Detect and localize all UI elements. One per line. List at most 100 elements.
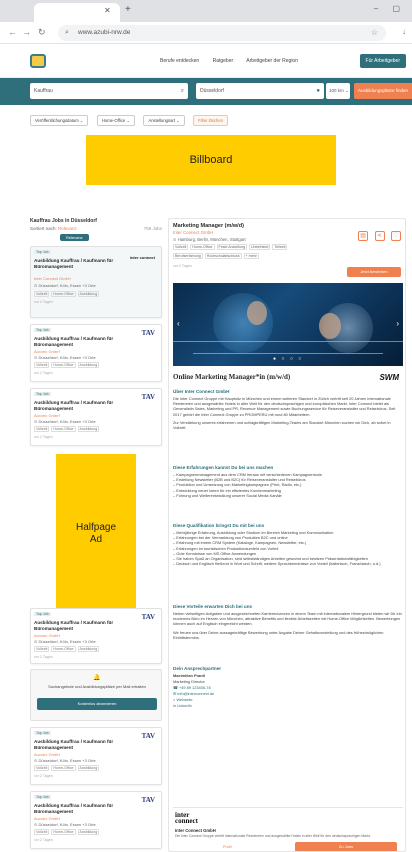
contact-linkedin[interactable]: in LinkedIn (173, 703, 403, 709)
post-date: vor 2 Tagen (34, 655, 53, 659)
apply-button[interactable]: Jetzt bewerben (347, 267, 401, 277)
window-controls[interactable]: – ▢ (374, 4, 406, 13)
bookmark-icon[interactable]: ♡ (391, 231, 401, 241)
sort-option[interactable]: Relevanz (60, 234, 89, 241)
detail-date: vor 2 Tagen (173, 264, 192, 268)
download-icon[interactable]: ↓ (402, 27, 406, 36)
tag: Ausbildung (77, 829, 100, 835)
job-alert-text: Suchangebote und Ausbildungsplätze per M… (48, 684, 146, 689)
job-card[interactable]: Top Job inter connect Ausbildung Kauffra… (30, 246, 162, 318)
tag: Vollzeit (34, 829, 50, 835)
url-text: www.azubi-nrw.de (78, 29, 131, 36)
job-location: ⊙ Düsseldorf, Köln, Essen +3 Orte (34, 419, 96, 424)
filter-date[interactable]: Veröffentlichungsdatum ⌄ (30, 115, 89, 126)
detail-company[interactable]: Inter Connect GmbH (173, 230, 213, 235)
filter-employment[interactable]: Anstellungsart ⌄ (143, 115, 185, 126)
job-card[interactable]: Top Job TAV Ausbildung Kauffrau / Kaufma… (30, 324, 162, 382)
job-location: ⊙ Düsseldorf, Köln, Essen +3 Orte (34, 822, 96, 827)
job-location-text: Düsseldorf, Köln, Essen +3 Orte (38, 758, 96, 763)
address-bar[interactable]: ⌕ www.azubi-nrw.de ☆ (58, 25, 386, 41)
bookmark-star-icon[interactable]: ☆ (371, 25, 378, 41)
location-input[interactable]: Düsseldorf ● (196, 83, 324, 99)
job-title: Ausbildung Kauffrau / Kaufmann für Bürom… (34, 400, 114, 411)
detail-tags-row2: Berufserfahrung Hochschulabschluss + mehr (173, 253, 353, 261)
browser-tab[interactable]: ✕ (34, 3, 120, 22)
halfpage-ad-line2: Ad (89, 534, 103, 545)
company-profile-link[interactable]: Profil (223, 845, 232, 849)
nav-item-arbeitgeber[interactable]: Arbeitgeber der Region (246, 58, 298, 64)
company-name: Auxxeo GmbH (34, 413, 61, 418)
nav-item-berufe[interactable]: Berufe entdecken (160, 58, 199, 64)
reload-icon[interactable]: ↻ (38, 27, 46, 38)
person-figure (247, 301, 267, 325)
top-job-badge: Top Job (34, 392, 51, 396)
job-card[interactable]: Top Job TAV Ausbildung Kauffrau / Kaufma… (30, 727, 162, 785)
job-location-text: Düsseldorf, Köln, Essen +3 Orte (38, 355, 96, 360)
tag: Home-Office (51, 646, 76, 652)
profile-heading: Diese Qualifikation bringst Du mit bei u… (173, 523, 265, 528)
job-tags: Vollzeit Home-Office Ausbildung (34, 646, 101, 652)
profile-section: Diese Qualifikation bringst Du mit bei u… (173, 523, 403, 566)
employer-logo: SWM (379, 373, 399, 382)
job-card[interactable]: Top Job TAV Ausbildung Kauffrau / Kaufma… (30, 791, 162, 849)
benefits-text: Neben vielseitigen Aufgaben und ausgezei… (173, 611, 402, 627)
tag: Vollzeit (34, 291, 50, 297)
halfpage-ad-label: Halfpage Ad (76, 522, 116, 546)
company-name: Auxxeo GmbH (34, 816, 61, 821)
bell-icon: 🔔 (93, 675, 101, 681)
job-card[interactable]: Top Job TAV Ausbildung Kauffrau / Kaufma… (30, 388, 162, 446)
subscribe-button[interactable]: Kostenlos abonnieren (37, 698, 157, 710)
billboard-ad[interactable]: Billboard (86, 135, 336, 185)
site-logo[interactable] (30, 54, 46, 68)
tag: Vollzeit (173, 244, 189, 250)
top-job-badge: Top Job (34, 612, 51, 616)
nav-item-ratgeber[interactable]: Ratgeber (213, 58, 234, 64)
tag: Home-Office (51, 765, 76, 771)
top-job-badge: Top Job (34, 795, 51, 799)
search-button[interactable]: Ausbildungsplätze finden (354, 83, 412, 99)
detail-location: ⊙ Hamburg, Berlin, München, Stuttgart (173, 237, 246, 242)
new-tab-icon[interactable]: + (125, 4, 131, 15)
job-title: Ausbildung Kauffrau / Kaufmann für Bürom… (34, 803, 114, 814)
job-search-input[interactable]: Kauffrau ⌕ (30, 83, 188, 99)
browser-tabbar: ✕ + – ▢ (0, 0, 412, 22)
company-jobs-button[interactable]: Zu Jobs (295, 842, 397, 851)
employer-button[interactable]: Für Arbeitgeber (359, 54, 406, 68)
share-icon[interactable]: ⋖ (374, 231, 385, 241)
carousel-dots[interactable]: ● ○ ○ ○ (273, 356, 303, 362)
pdf-icon[interactable]: ▤ (358, 231, 369, 241)
tag: Home-Office (51, 426, 76, 432)
filter-date-label: Veröffentlichungsdatum (35, 118, 79, 123)
halfpage-ad[interactable]: Halfpage Ad (56, 454, 136, 614)
detail-actions: ▤ ⋖ ♡ (356, 224, 401, 242)
top-nav: Berufe entdecken Ratgeber Arbeitgeber de… (160, 58, 310, 64)
job-location-text: Düsseldorf, Köln, Essen +3 Orte (38, 419, 96, 424)
tag: Vollzeit (34, 765, 50, 771)
sort-select[interactable]: Relevanz (58, 226, 77, 231)
task-item: Führung und Weiterentwicklung unserer So… (173, 493, 403, 498)
company-box-desc: Die Inter Connect Gruppe vertritt intern… (175, 834, 371, 838)
top-job-badge: Top Job (34, 731, 51, 735)
job-location: ⊙ Düsseldorf, Köln, Essen +3 Orte (34, 355, 96, 360)
job-location: ⊙ Düsseldorf, Köln, Essen +3 Orte (34, 639, 96, 644)
tag: Feste Anstellung (216, 244, 248, 250)
job-location-text: Düsseldorf, Köln, Essen +3 Orte (38, 822, 96, 827)
contact-section: Dein Ansprechpartner Maximilian Prantl M… (173, 666, 403, 709)
person-figure (319, 313, 341, 339)
search-band: Kauffrau ⌕ Düsseldorf ● 100 km ⌄ Ausbild… (0, 78, 412, 105)
close-tab-icon[interactable]: ✕ (104, 6, 111, 15)
carousel-next-icon[interactable]: › (396, 319, 399, 328)
radius-value: 100 km (329, 88, 344, 93)
job-card[interactable]: Top Job TAV Ausbildung Kauffrau / Kaufma… (30, 608, 162, 664)
contact-heading: Dein Ansprechpartner (173, 666, 222, 671)
radius-select[interactable]: 100 km ⌄ (326, 83, 350, 99)
tag: Ausbildung (77, 362, 100, 368)
carousel-prev-icon[interactable]: ‹ (177, 319, 180, 328)
tag: Home-Office (51, 291, 76, 297)
top-job-badge: Top Job (34, 328, 51, 332)
filter-homeoffice[interactable]: Home-Office ⌄ (96, 115, 135, 126)
back-icon[interactable]: ← (8, 27, 17, 37)
forward-icon[interactable]: → (22, 27, 31, 37)
more-tags-toggle[interactable]: + mehr (243, 253, 259, 259)
filter-reset[interactable]: Filter löschen (193, 115, 229, 126)
